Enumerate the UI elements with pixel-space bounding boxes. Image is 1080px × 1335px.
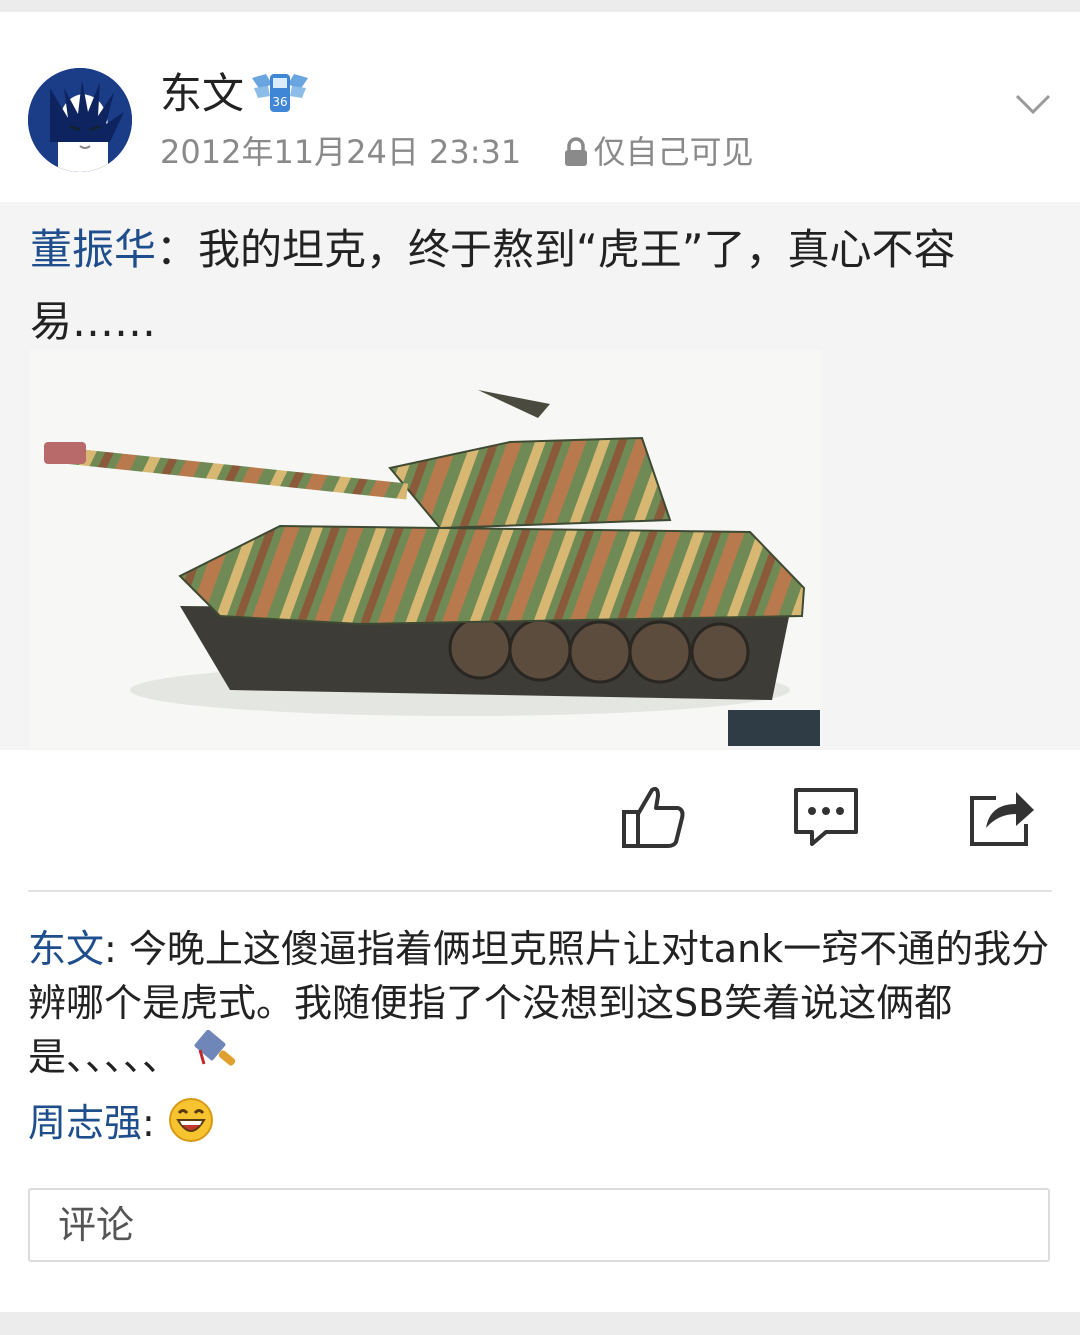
comment-input-placeholder: 评论 (58, 1203, 135, 1247)
comment-item: 东文: 今晚上这傻逼指着俩坦克照片让对tank一窍不通的我分辨哪个是虎式。我随便… (28, 922, 1058, 1084)
post-card: 东文 36 2012年11月24日 23:31 仅自己可见 董振华：我的坦克，终… (0, 12, 1080, 1312)
reposted-content[interactable]: 董振华：我的坦克，终于熬到“虎王”了，真心不容易…… (0, 202, 1080, 750)
visibility-text: 仅自己可见 (593, 133, 754, 171)
tank-image (44, 390, 806, 716)
vip-badge-icon[interactable]: 36 (250, 70, 310, 116)
comment-author[interactable]: 周志强 (28, 1101, 142, 1145)
comment-item: 周志强: (28, 1096, 1058, 1150)
comment-author[interactable]: 东文 (28, 927, 104, 971)
comment-input[interactable]: 评论 (28, 1188, 1050, 1262)
repost-text: 董振华：我的坦克，终于熬到“虎王”了，真心不容易…… (30, 214, 1060, 358)
comment-list: 东文: 今晚上这傻逼指着俩坦克照片让对tank一窍不通的我分辨哪个是虎式。我随便… (28, 922, 1058, 1150)
laughing-emoji-icon (168, 1098, 213, 1142)
repost-separator: ： (156, 225, 199, 274)
comment-separator: : (104, 927, 129, 971)
author-name[interactable]: 东文 (160, 64, 244, 124)
comment-icon[interactable] (790, 782, 862, 852)
repost-source-user[interactable]: 董振华 (30, 225, 156, 274)
visibility-label: 仅自己可见 (563, 130, 753, 174)
post-timestamp: 2012年11月24日 23:31 (160, 133, 522, 171)
tank-photo[interactable] (30, 350, 822, 748)
chevron-down-icon[interactable] (1014, 84, 1052, 122)
divider (28, 890, 1052, 892)
lock-icon (565, 137, 588, 166)
avatar-image (28, 68, 132, 172)
svg-text:36: 36 (272, 95, 287, 109)
comment-text: 今晚上这傻逼指着俩坦克照片让对tank一窍不通的我分辨哪个是虎式。我随便指了个没… (28, 927, 1050, 1079)
avatar[interactable] (28, 68, 132, 172)
post-meta: 2012年11月24日 23:31 仅自己可见 (160, 130, 753, 174)
action-bar (0, 782, 1080, 872)
share-icon[interactable] (966, 782, 1036, 852)
photo-watermark (728, 710, 820, 746)
cleaver-icon (194, 1030, 236, 1066)
thumbs-up-icon[interactable] (618, 782, 688, 852)
comment-separator: : (142, 1101, 167, 1145)
